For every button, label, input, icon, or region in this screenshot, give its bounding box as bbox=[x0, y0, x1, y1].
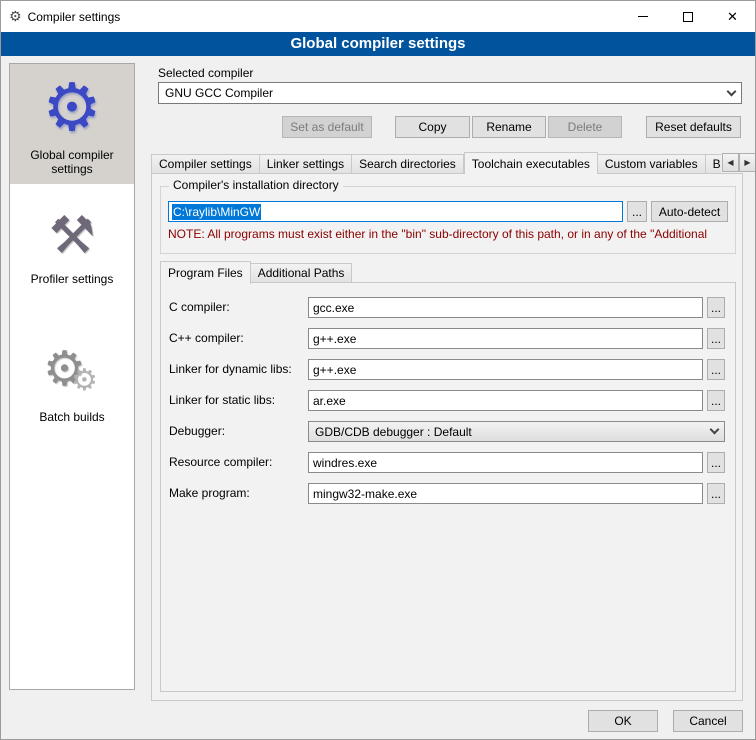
tab-program-files[interactable]: Program Files bbox=[160, 261, 251, 284]
debugger-label: Debugger: bbox=[169, 421, 225, 442]
sidebar-item-batch-builds[interactable]: ⚙ ⚙ Batch builds bbox=[10, 334, 134, 432]
sidebar-item-profiler-settings[interactable]: ⚒ Profiler settings bbox=[10, 198, 134, 294]
batch-builds-icon: ⚙ ⚙ bbox=[37, 342, 107, 404]
installation-directory-group: Compiler's installation directory C:\ray… bbox=[160, 186, 736, 254]
tab-scroll-left-button[interactable]: ◀ bbox=[722, 153, 739, 172]
page-title: Global compiler settings bbox=[1, 32, 755, 56]
compiler-select-value: GNU GCC Compiler bbox=[165, 86, 728, 100]
gear-icon: ⚙ bbox=[42, 72, 101, 142]
c-compiler-label: C compiler: bbox=[169, 297, 230, 318]
sidebar-item-global-compiler-settings[interactable]: ⚙ Global compiler settings bbox=[10, 64, 134, 184]
tab-build[interactable]: Build bbox=[706, 154, 721, 174]
cpp-compiler-label: C++ compiler: bbox=[169, 328, 244, 349]
maximize-button[interactable] bbox=[665, 1, 710, 32]
chevron-down-icon bbox=[727, 86, 737, 96]
copy-button[interactable]: Copy bbox=[395, 116, 470, 138]
close-button[interactable]: ✕ bbox=[710, 1, 755, 32]
ok-button[interactable]: OK bbox=[588, 710, 658, 732]
tab-search-directories[interactable]: Search directories bbox=[352, 154, 464, 174]
installation-directory-label: Compiler's installation directory bbox=[169, 178, 343, 192]
debugger-select-value: GDB/CDB debugger : Default bbox=[315, 425, 711, 439]
sidebar-item-label: Batch builds bbox=[39, 410, 104, 424]
profiler-icon: ⚒ bbox=[49, 206, 96, 266]
tab-custom-variables[interactable]: Custom variables bbox=[598, 154, 706, 174]
rename-button[interactable]: Rename bbox=[472, 116, 546, 138]
debugger-select[interactable]: GDB/CDB debugger : Default bbox=[308, 421, 725, 442]
selected-compiler-label: Selected compiler bbox=[158, 66, 253, 80]
note-text: NOTE: All programs must exist either in … bbox=[168, 227, 730, 241]
c-compiler-input[interactable]: gcc.exe bbox=[308, 297, 703, 318]
tab-compiler-settings[interactable]: Compiler settings bbox=[151, 154, 260, 174]
cancel-button[interactable]: Cancel bbox=[673, 710, 743, 732]
linker-dynamic-input[interactable]: g++.exe bbox=[308, 359, 703, 380]
compiler-select[interactable]: GNU GCC Compiler bbox=[158, 82, 742, 104]
installation-directory-value: C:\raylib\MinGW bbox=[172, 204, 261, 220]
linker-static-label: Linker for static libs: bbox=[169, 390, 275, 411]
tab-toolchain-executables[interactable]: Toolchain executables bbox=[464, 152, 598, 174]
linker-static-input[interactable]: ar.exe bbox=[308, 390, 703, 411]
delete-button[interactable]: Delete bbox=[548, 116, 622, 138]
window-title: Compiler settings bbox=[28, 10, 121, 24]
settings-tabstrip: Compiler settings Linker settings Search… bbox=[151, 151, 721, 174]
resource-compiler-browse-button[interactable]: ... bbox=[707, 452, 725, 473]
program-files-panel: C compiler: gcc.exe ... C++ compiler: g+… bbox=[160, 282, 736, 692]
sidebar-item-label: Global compiler settings bbox=[12, 148, 132, 176]
resource-compiler-input[interactable]: windres.exe bbox=[308, 452, 703, 473]
tab-linker-settings[interactable]: Linker settings bbox=[260, 154, 352, 174]
tab-scroll-right-button[interactable]: ▶ bbox=[739, 153, 756, 172]
minimize-button[interactable] bbox=[620, 1, 665, 32]
installation-directory-browse-button[interactable]: ... bbox=[627, 201, 647, 222]
set-as-default-button[interactable]: Set as default bbox=[282, 116, 372, 138]
cpp-compiler-browse-button[interactable]: ... bbox=[707, 328, 725, 349]
title-bar[interactable]: ⚙ Compiler settings ✕ bbox=[1, 1, 755, 32]
app-icon: ⚙ bbox=[9, 8, 22, 25]
linker-static-browse-button[interactable]: ... bbox=[707, 390, 725, 411]
make-program-input[interactable]: mingw32-make.exe bbox=[308, 483, 703, 504]
compiler-settings-window: ⚙ Compiler settings ✕ Global compiler se… bbox=[0, 0, 756, 740]
installation-directory-input[interactable]: C:\raylib\MinGW bbox=[168, 201, 623, 222]
c-compiler-browse-button[interactable]: ... bbox=[707, 297, 725, 318]
tab-additional-paths[interactable]: Additional Paths bbox=[251, 263, 353, 283]
linker-dynamic-label: Linker for dynamic libs: bbox=[169, 359, 292, 380]
reset-defaults-button[interactable]: Reset defaults bbox=[646, 116, 741, 138]
cpp-compiler-input[interactable]: g++.exe bbox=[308, 328, 703, 349]
settings-sidebar: ⚙ Global compiler settings ⚒ Profiler se… bbox=[9, 63, 135, 690]
chevron-down-icon bbox=[710, 425, 720, 435]
linker-dynamic-browse-button[interactable]: ... bbox=[707, 359, 725, 380]
auto-detect-button[interactable]: Auto-detect bbox=[651, 201, 728, 222]
resource-compiler-label: Resource compiler: bbox=[169, 452, 272, 473]
make-program-browse-button[interactable]: ... bbox=[707, 483, 725, 504]
sidebar-item-label: Profiler settings bbox=[31, 272, 114, 286]
program-files-tabstrip: Program Files Additional Paths bbox=[160, 260, 352, 283]
toolchain-executables-panel: Compiler's installation directory C:\ray… bbox=[151, 173, 743, 701]
make-program-label: Make program: bbox=[169, 483, 250, 504]
